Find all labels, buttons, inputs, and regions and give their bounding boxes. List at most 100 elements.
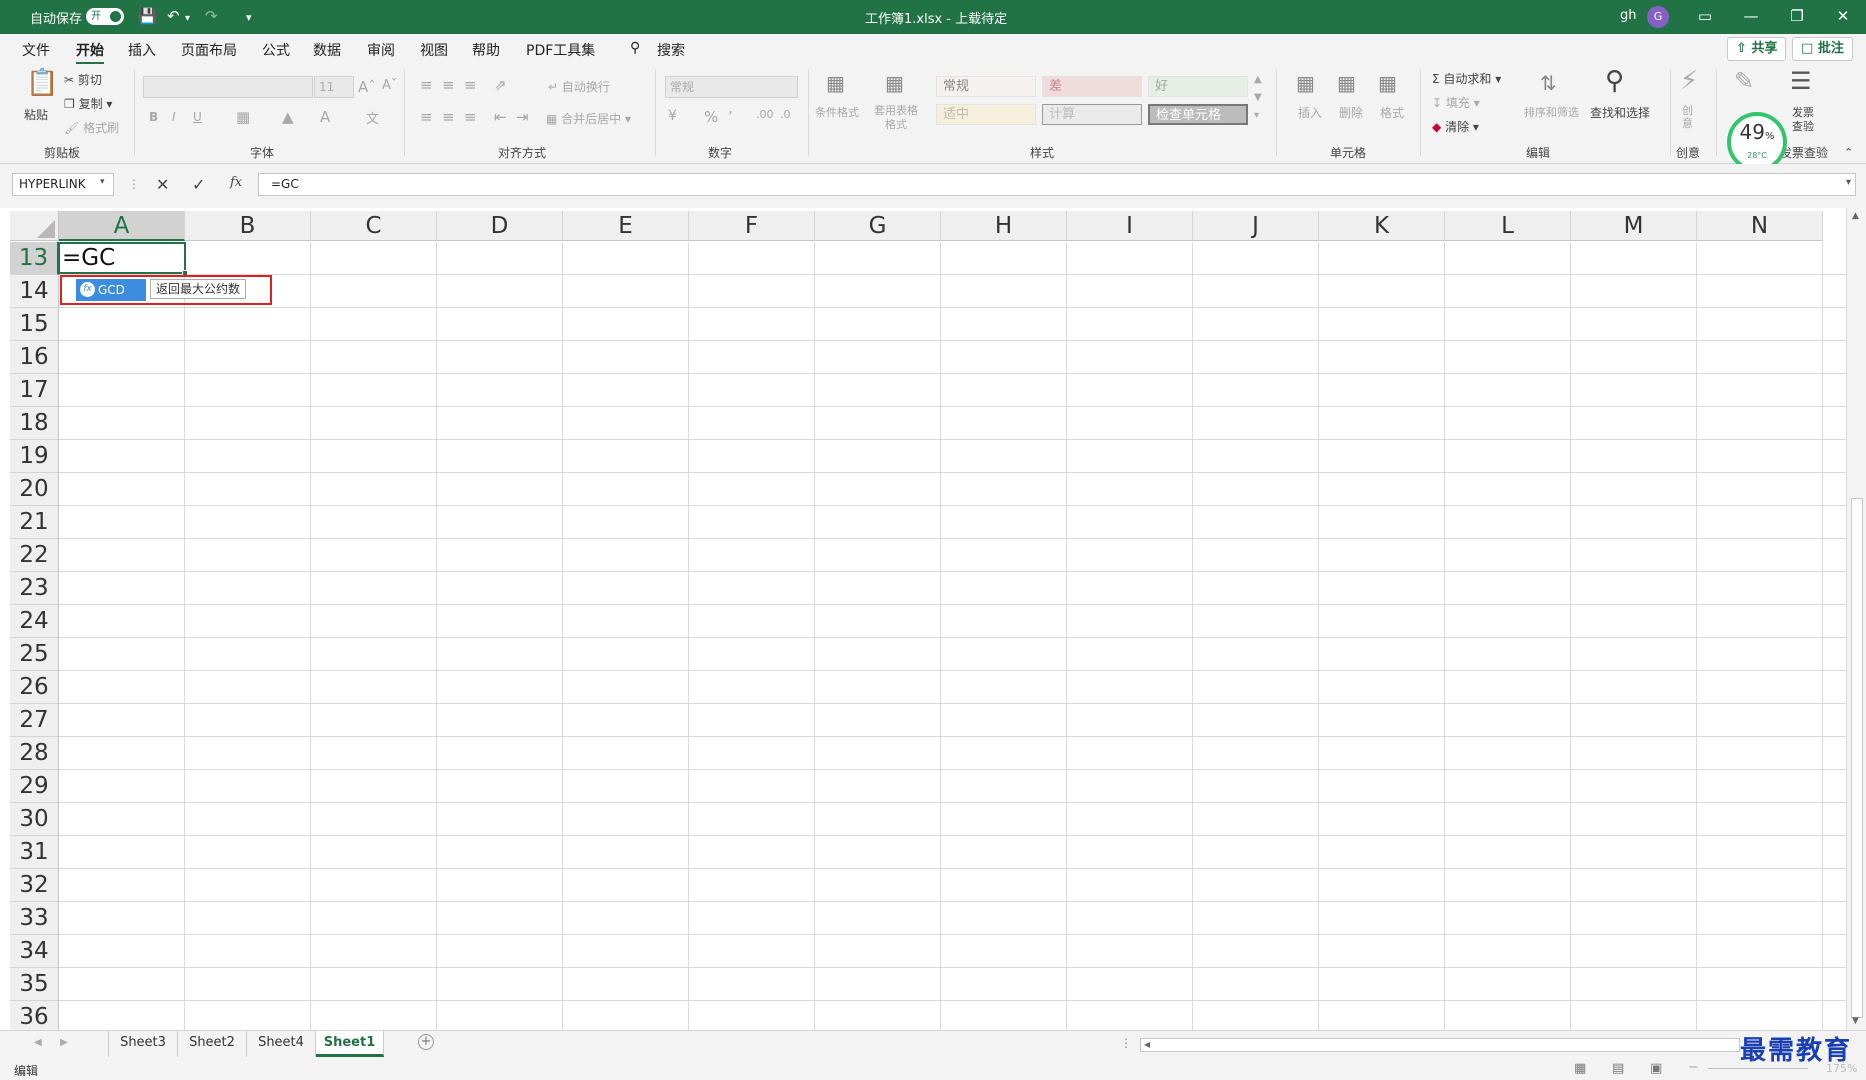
sort-filter-icon[interactable]: ⇅ — [1540, 72, 1557, 94]
align-center-icon[interactable]: ≡ — [442, 108, 455, 126]
align-right-icon[interactable]: ≡ — [464, 108, 477, 126]
close-icon[interactable]: ✕ — [1820, 0, 1866, 34]
row-header-15[interactable]: 15 — [10, 308, 59, 341]
cancel-entry-icon[interactable]: ✕ — [156, 175, 169, 194]
column-header-f[interactable]: F — [689, 211, 815, 241]
border-icon[interactable]: ▦ — [236, 108, 250, 126]
sort-filter-label[interactable]: 排序和筛选 — [1524, 104, 1579, 120]
phonetic-icon[interactable]: 文 — [366, 108, 379, 127]
row-header-16[interactable]: 16 — [10, 341, 59, 374]
ribbon-display-icon[interactable]: ▭ — [1682, 0, 1728, 34]
font-grow-icon[interactable]: Aˆ — [358, 78, 376, 96]
comma-icon[interactable]: ’ — [728, 108, 733, 126]
column-header-a[interactable]: A — [59, 211, 185, 241]
invoice-check-icon[interactable]: ☰ — [1790, 69, 1812, 93]
column-header-e[interactable]: E — [563, 211, 689, 241]
customize-qat-icon[interactable]: ▾ — [246, 9, 252, 27]
normal-view-icon[interactable]: ▦ — [1574, 1061, 1586, 1076]
decrease-decimal-icon[interactable]: .0 — [780, 108, 791, 121]
horizontal-scrollbar[interactable]: ◀ — [1140, 1038, 1740, 1052]
minimize-icon[interactable]: — — [1728, 0, 1774, 34]
row-header-27[interactable]: 27 — [10, 704, 59, 737]
column-header-k[interactable]: K — [1319, 211, 1445, 241]
copy-button[interactable]: ❐ 复制 ▾ — [64, 95, 112, 112]
search-label[interactable]: 搜索 — [657, 40, 685, 60]
expand-formula-bar-icon[interactable]: ▾ — [1846, 177, 1851, 188]
increase-decimal-icon[interactable]: .00 — [756, 108, 774, 121]
row-header-24[interactable]: 24 — [10, 605, 59, 638]
row-header-14[interactable]: 14 — [10, 275, 59, 308]
conditional-format-icon[interactable]: ▦ — [826, 72, 845, 94]
find-select-label[interactable]: 查找和选择 — [1590, 104, 1650, 121]
column-header-b[interactable]: B — [185, 211, 311, 241]
fill-color-icon[interactable]: ▲ — [282, 108, 294, 126]
row-header-18[interactable]: 18 — [10, 407, 59, 440]
scroll-down-icon[interactable]: ▼ — [1852, 1016, 1859, 1026]
orientation-icon[interactable]: ⇗ — [494, 76, 507, 94]
new-sheet-icon[interactable]: + — [418, 1034, 434, 1050]
sheet-tab-sheet4[interactable]: Sheet4 — [247, 1031, 316, 1057]
row-header-32[interactable]: 32 — [10, 869, 59, 902]
column-header-m[interactable]: M — [1571, 211, 1697, 241]
row-header-36[interactable]: 36 — [10, 1001, 59, 1030]
autocomplete-item-gcd[interactable]: fx GCD — [76, 279, 146, 301]
insert-cells-label[interactable]: 插入 — [1298, 104, 1322, 121]
styles-scroll-down-icon[interactable]: ▼ — [1254, 92, 1262, 103]
sheet-tab-sheet1[interactable]: Sheet1 — [316, 1031, 384, 1057]
tab-page-layout[interactable]: 页面布局 — [181, 40, 237, 60]
format-cells-label[interactable]: 格式 — [1380, 104, 1404, 121]
bold-button[interactable]: B — [149, 110, 158, 124]
format-table-label[interactable]: 套用表格格式 — [870, 104, 922, 132]
sensitivity-icon[interactable]: ✎ — [1734, 69, 1754, 93]
column-header-c[interactable]: C — [311, 211, 437, 241]
number-format-box[interactable]: 常规 — [665, 76, 798, 98]
percent-icon[interactable]: % — [704, 108, 718, 126]
merge-center-button[interactable]: ▦ 合并后居中 ▾ — [546, 110, 631, 127]
tab-home[interactable]: 开始 — [76, 40, 104, 65]
paste-label[interactable]: 粘贴 — [24, 106, 48, 123]
tab-split-handle-icon[interactable]: ⋮ — [1120, 1036, 1132, 1050]
style-neutral[interactable]: 适中 — [936, 104, 1036, 125]
style-calculation[interactable]: 计算 — [1042, 104, 1142, 125]
sheet-tab-sheet2[interactable]: Sheet2 — [178, 1031, 247, 1057]
row-header-33[interactable]: 33 — [10, 902, 59, 935]
style-bad[interactable]: 差 — [1042, 76, 1142, 97]
style-check-cell[interactable]: 检查单元格 — [1148, 104, 1248, 125]
tab-help[interactable]: 帮助 — [472, 40, 500, 60]
font-shrink-icon[interactable]: Aˇ — [382, 78, 397, 93]
page-layout-view-icon[interactable]: ▤ — [1612, 1061, 1624, 1076]
comments-button[interactable]: □ 批注 — [1792, 37, 1853, 61]
column-header-n[interactable]: N — [1697, 211, 1823, 241]
confirm-entry-icon[interactable]: ✓ — [192, 175, 205, 194]
formula-input[interactable]: =GC — [258, 173, 1856, 196]
tab-insert[interactable]: 插入 — [128, 40, 156, 60]
collapse-ribbon-icon[interactable]: ⌃ — [1844, 146, 1853, 159]
decrease-indent-icon[interactable]: ⇤ — [494, 108, 507, 126]
row-header-34[interactable]: 34 — [10, 935, 59, 968]
delete-cells-icon[interactable]: ▦ — [1337, 72, 1356, 94]
cut-button[interactable]: ✂ 剪切 — [64, 71, 102, 88]
row-header-22[interactable]: 22 — [10, 539, 59, 572]
creative-label[interactable]: 创意 — [1682, 104, 1696, 130]
row-header-21[interactable]: 21 — [10, 506, 59, 539]
align-left-icon[interactable]: ≡ — [420, 108, 433, 126]
row-header-30[interactable]: 30 — [10, 803, 59, 836]
tab-review[interactable]: 审阅 — [367, 40, 395, 60]
align-top-icon[interactable]: ≡ — [420, 76, 433, 94]
column-header-j[interactable]: J — [1193, 211, 1319, 241]
column-header-g[interactable]: G — [815, 211, 941, 241]
zoom-out-icon[interactable]: − — [1688, 1060, 1699, 1075]
wrap-text-button[interactable]: ↵ 自动换行 — [548, 78, 610, 95]
row-header-35[interactable]: 35 — [10, 968, 59, 1001]
currency-icon[interactable]: ¥ — [668, 108, 677, 124]
worksheet-grid[interactable]: ABCDEFGHIJKLMN 13 14 15 16 17 18 19 20 21 22 23 24 2… — [0, 208, 1846, 1030]
zoom-slider[interactable] — [1708, 1068, 1808, 1069]
style-normal[interactable]: 常规 — [936, 76, 1036, 97]
italic-button[interactable]: I — [172, 110, 176, 124]
font-color-icon[interactable]: A — [320, 108, 330, 126]
row-header-23[interactable]: 23 — [10, 572, 59, 605]
row-header-20[interactable]: 20 — [10, 473, 59, 506]
vertical-scroll-thumb[interactable] — [1851, 498, 1863, 1018]
redo-icon[interactable]: ↷ — [205, 7, 218, 25]
insert-function-icon[interactable]: fx — [230, 175, 242, 190]
